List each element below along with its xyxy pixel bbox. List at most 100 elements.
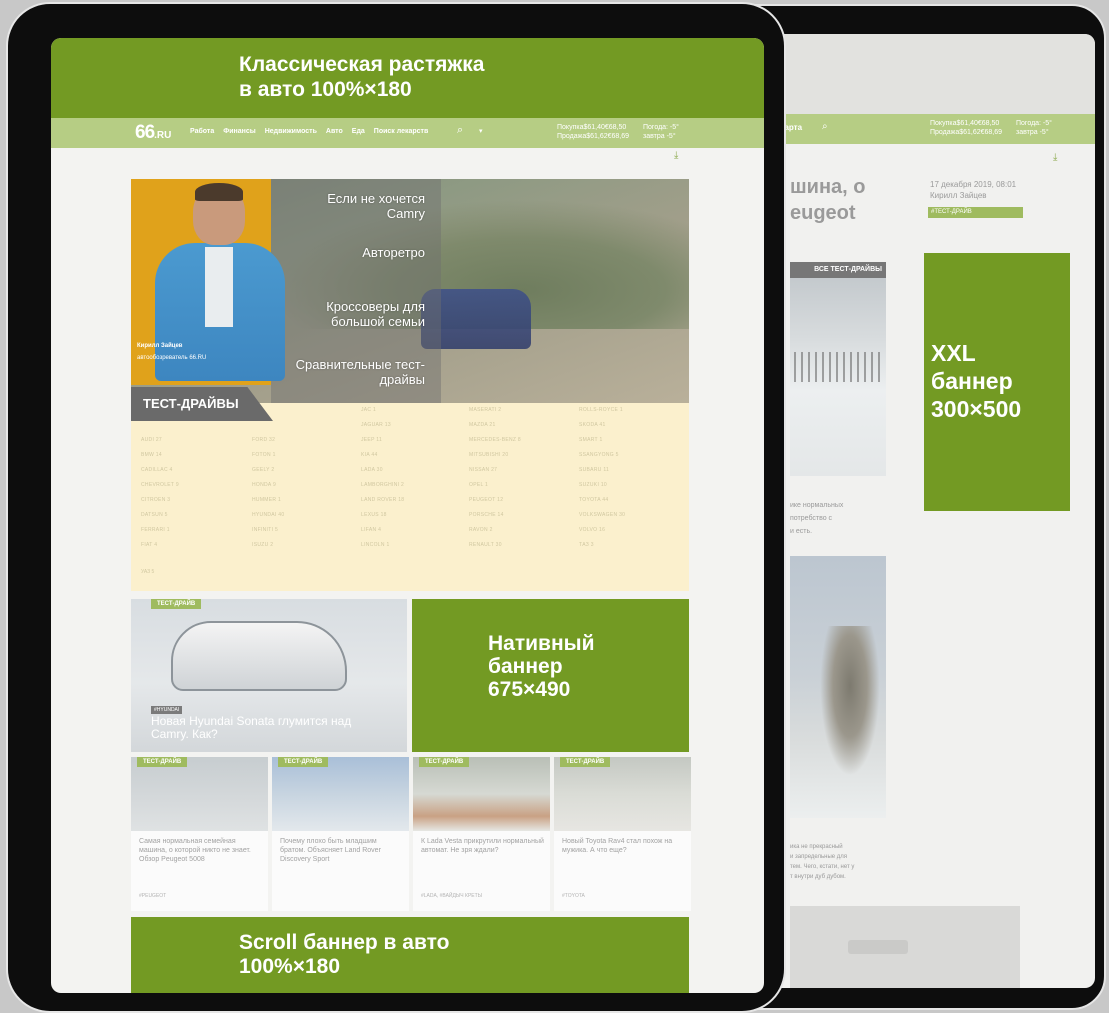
scroll-banner-label: Scroll баннер в авто 100%×180 — [239, 931, 450, 978]
brand-column-1: AUDI 27 BMW 14 CADILLAC 4 CHEVROLET 9 CI… — [141, 437, 179, 557]
car-image — [171, 621, 347, 691]
nav-item-finansy[interactable]: Финансы — [223, 128, 256, 135]
article-card[interactable]: ТЕСТ-ДРАЙВ Самая нормальная семейная маш… — [131, 757, 268, 911]
brand-link[interactable]: MASERATI 2 — [469, 407, 521, 422]
article-tag[interactable]: ТЕСТ-ДРАЙВ — [560, 757, 611, 767]
nav-item-eda[interactable]: Еда — [352, 128, 365, 135]
brand-link[interactable]: VOLVO 16 — [579, 527, 625, 542]
brand-link[interactable]: NISSAN 27 — [469, 467, 521, 482]
brand-link[interactable]: LEXUS 18 — [361, 512, 404, 527]
xxl-banner[interactable]: XXL баннер 300×500 — [924, 253, 1070, 511]
brand-link[interactable]: CHEVROLET 9 — [141, 482, 179, 497]
article-tag[interactable]: ТЕСТ-ДРАЙВ — [278, 757, 329, 767]
brand-link[interactable]: SUZUKI 10 — [579, 482, 625, 497]
brand-link[interactable]: RENAULT 30 — [469, 542, 521, 557]
hero-menu-comparative[interactable]: Сравнительные тест- драйвы — [265, 357, 425, 387]
brand-link[interactable]: CITROEN 3 — [141, 497, 179, 512]
article-footer-tag[interactable]: #LADA, #ВАЙДЫЧ КРЕТЫ — [421, 893, 482, 899]
brand-link[interactable]: ТАЗ 3 — [579, 542, 625, 557]
brand-link[interactable]: FERRARI 1 — [141, 527, 179, 542]
brand-link[interactable]: LIFAN 4 — [361, 527, 404, 542]
article-title[interactable]: Самая нормальная семейная машина, о кото… — [139, 837, 263, 864]
brand-link[interactable]: CADILLAC 4 — [141, 467, 179, 482]
site-logo[interactable]: 66.RU — [135, 122, 171, 144]
brand-link[interactable]: ISUZU 2 — [252, 542, 284, 557]
hero-menu-retro[interactable]: Авторетро — [265, 245, 425, 260]
brand-link[interactable]: RAVON 2 — [469, 527, 521, 542]
brand-link[interactable]: LAND ROVER 18 — [361, 497, 404, 512]
article-footer-tag[interactable]: #PEUGEOT — [139, 893, 166, 899]
brand-link[interactable]: GEELY 2 — [252, 467, 284, 482]
back-article-text: ике нормальных потребство с и есть. — [790, 502, 844, 535]
brand-link[interactable]: FIAT 4 — [141, 542, 179, 557]
download-icon[interactable]: ⤓ — [674, 150, 678, 161]
brand-link[interactable]: SKODA 41 — [579, 422, 625, 437]
download-icon[interactable]: ⤓ — [1053, 152, 1057, 163]
article-card[interactable]: ТЕСТ-ДРАЙВ Почему плохо быть младшим бра… — [272, 757, 409, 911]
chevron-down-icon[interactable]: ▾ — [479, 127, 483, 135]
article-card[interactable]: ТЕСТ-ДРАЙВ К Lada Vesta прикрутили норма… — [413, 757, 550, 911]
brand-link[interactable]: AUDI 27 — [141, 437, 179, 452]
brand-link[interactable]: LADA 30 — [361, 467, 404, 482]
brand-link[interactable]: SUBARU 11 — [579, 467, 625, 482]
brand-link[interactable]: INFINITI 5 — [252, 527, 284, 542]
brand-link[interactable]: MERCEDES-BENZ 8 — [469, 437, 521, 452]
brand-link[interactable]: VOLKSWAGEN 30 — [579, 512, 625, 527]
currency-rates: Покупка$61,40€68,50 Продажа$61,62€68,69 — [557, 124, 630, 140]
hero-menu-camry[interactable]: Если не хочется Camry — [265, 191, 425, 221]
brand-column-4: MASERATI 2 MAZDA 21 MERCEDES-BENZ 8 MITS… — [469, 407, 521, 557]
article-title[interactable]: Новый Toyota Rav4 стал похож на мужика. … — [562, 837, 686, 855]
front-tablet-screen: Классическая растяжка в авто 100%×180 66… — [51, 38, 764, 993]
search-icon[interactable]: ⌕ — [457, 124, 463, 137]
scroll-banner[interactable]: Scroll баннер в авто 100%×180 — [131, 917, 689, 993]
xxl-banner-label: XXL баннер 300×500 — [931, 340, 1022, 422]
nav-item-lekarstva[interactable]: Поиск лекарств — [374, 128, 429, 135]
brand-link[interactable]: HUMMER 1 — [252, 497, 284, 512]
author-shirt — [205, 247, 233, 327]
brand-link[interactable]: PEUGEOT 12 — [469, 497, 521, 512]
brand-link[interactable]: PORSCHE 14 — [469, 512, 521, 527]
all-testdrives-label[interactable]: ВСЕ ТЕСТ-ДРАЙВЫ — [790, 262, 886, 278]
brand-link[interactable]: LAMBORGHINI 2 — [361, 482, 404, 497]
hero-photo: Кирилл Зайцев автообозреватель 66.RU Есл… — [131, 179, 689, 403]
brand-link[interactable]: TOYOTA 44 — [579, 497, 625, 512]
article-title[interactable]: Почему плохо быть младшим братом. Объясн… — [280, 837, 404, 864]
brand-link[interactable]: ROLLS-ROYCE 1 — [579, 407, 625, 422]
article-brand-tag[interactable]: #HYUNDAI — [151, 706, 183, 714]
brand-link[interactable]: JEEP 11 — [361, 437, 404, 452]
brand-link[interactable]: FOTON 1 — [252, 452, 284, 467]
brand-link[interactable]: KIA 44 — [361, 452, 404, 467]
featured-article-card[interactable]: ТЕСТ-ДРАЙВ #HYUNDAI Новая Hyundai Sonata… — [131, 599, 407, 752]
brand-link[interactable]: JAGUAR 13 — [361, 422, 404, 437]
nav-item-nedvizhimost[interactable]: Недвижимость — [265, 128, 317, 135]
brand-link[interactable]: DATSUN 5 — [141, 512, 179, 527]
article-card[interactable]: ТЕСТ-ДРАЙВ Новый Toyota Rav4 стал похож … — [554, 757, 691, 911]
native-banner[interactable]: Нативный баннер 675×490 — [412, 599, 689, 752]
back-article-title: шина, о eugeot — [790, 176, 866, 224]
brand-link[interactable]: LINCOLN 1 — [361, 542, 404, 557]
brand-link[interactable]: BMW 14 — [141, 452, 179, 467]
article-title[interactable]: Новая Hyundai Sonata глумится над Camry.… — [151, 715, 391, 741]
top-stretch-banner[interactable]: Классическая растяжка в авто 100%×180 — [51, 38, 764, 118]
article-tag[interactable]: ТЕСТ-ДРАЙВ — [137, 757, 188, 767]
back-article-tag[interactable]: #ТЕСТ-ДРАЙВ — [928, 207, 1023, 218]
brand-link[interactable]: SMART 1 — [579, 437, 625, 452]
brand-link[interactable]: HYUNDAI 40 — [252, 512, 284, 527]
search-icon[interactable]: ⌕ — [822, 121, 828, 132]
brand-link[interactable]: OPEL 1 — [469, 482, 521, 497]
brand-link[interactable]: MAZDA 21 — [469, 422, 521, 437]
article-tag[interactable]: ТЕСТ-ДРАЙВ — [151, 599, 202, 609]
brand-link[interactable]: FORD 32 — [252, 437, 284, 452]
brand-link[interactable]: JAC 1 — [361, 407, 404, 422]
brand-link[interactable]: УАЗ 5 — [141, 569, 154, 575]
brand-link[interactable]: HONDA 9 — [252, 482, 284, 497]
hero-menu-crossovers[interactable]: Кроссоверы для большой семьи — [265, 299, 425, 329]
article-title[interactable]: К Lada Vesta прикрутили нормальный автом… — [421, 837, 545, 855]
nav-item-avto[interactable]: Авто — [326, 128, 343, 135]
article-footer-tag[interactable]: #TOYOTA — [562, 893, 585, 899]
article-tag[interactable]: ТЕСТ-ДРАЙВ — [419, 757, 470, 767]
back-footer-button[interactable] — [848, 940, 908, 954]
brand-link[interactable]: SSANGYONG 5 — [579, 452, 625, 467]
nav-item-rabota[interactable]: Работа — [190, 128, 214, 135]
brand-link[interactable]: MITSUBISHI 20 — [469, 452, 521, 467]
